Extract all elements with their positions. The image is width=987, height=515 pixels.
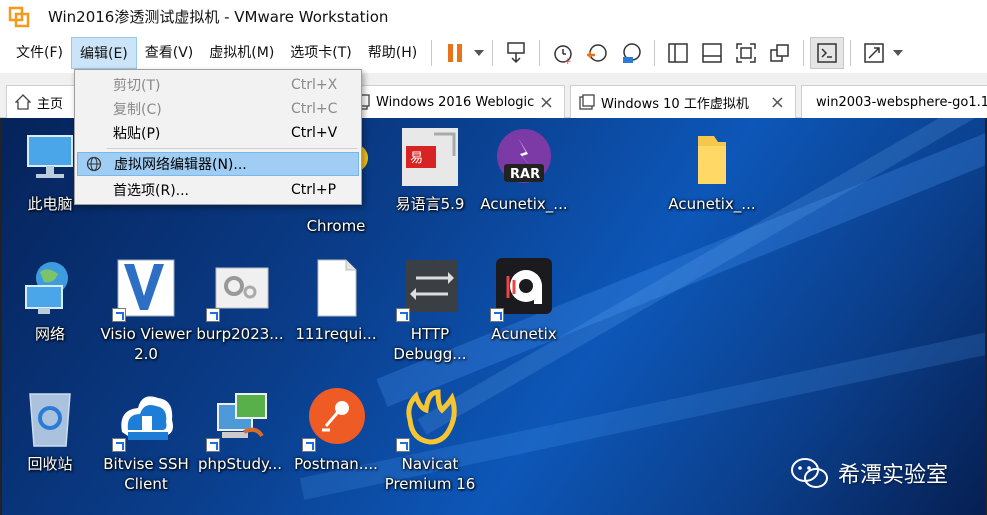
revert-snapshot-button[interactable] [580,37,614,69]
stretch-dropdown[interactable] [891,37,905,69]
toolbar-separator [539,40,541,66]
desktop-icon-recycle-bin[interactable]: 回收站 [2,386,98,474]
show-library-button[interactable] [661,37,695,69]
desktop-icon-acunetix-rar[interactable]: RAR Acunetix_... [476,126,572,214]
title-bar: Win2016渗透测试虚拟机 - VMware Workstation [0,0,987,33]
desktop-icon-acunetix[interactable]: Acunetix [476,256,572,344]
close-icon[interactable]: × [539,92,554,113]
svg-text:+: + [564,57,572,65]
unity-icon [770,44,789,62]
desktop-icon-text-file[interactable]: 111requi... [288,256,384,344]
watermark: 希潭实验室 [790,456,948,490]
tab-windows-2016-weblogic[interactable]: Windows 2016 Weblogic × [345,85,565,118]
stretch-icon [864,43,884,63]
shortcut-arrow-icon [396,438,410,452]
desktop-icon-bitvise[interactable]: Bitvise SSH Client [98,386,194,494]
desktop-icon-network[interactable]: 网络 [2,256,98,344]
network-icon [25,262,68,314]
shortcut-arrow-icon [490,308,504,322]
desktop-icon-postman[interactable]: Postman.... [288,386,384,474]
vmware-logo-icon [8,6,30,27]
pause-icon [448,44,463,62]
toolbar-separator [654,40,656,66]
winrar-archive-icon: RAR [497,129,551,183]
tab-label: 主页 [37,96,64,112]
svg-text:RAR: RAR [510,167,540,182]
snapshot-icon: + [554,45,572,65]
text-file-icon [317,259,357,317]
tab-label: Windows 10 工作虚拟机 [601,96,749,112]
menu-item-preferences[interactable]: 首选项(R)... Ctrl+P [77,178,359,202]
watermark-text: 希潭实验室 [838,463,949,488]
tab-windows-10-vm[interactable]: Windows 10 工作虚拟机 × [570,85,796,118]
desktop-icon-visio[interactable]: Visio Viewer 2.0 [98,256,194,364]
unity-button[interactable] [763,37,797,69]
this-pc-icon [27,135,73,178]
dropdown-arrow-icon [893,50,904,56]
toolbar-separator [492,40,494,66]
shortcut-arrow-icon [206,438,220,452]
shortcut-arrow-icon [206,308,220,322]
close-icon[interactable]: × [770,92,785,113]
svg-text:易: 易 [410,151,423,166]
menu-bar: 文件(F) 编辑(E) 查看(V) 虚拟机(M) 选项卡(T) 帮助(H) + [0,33,987,73]
vm-icon [579,94,595,110]
desktop-icon-navicat[interactable]: Navicat Premium 16 [382,386,478,494]
snapshot-manager-icon [623,43,641,63]
edit-menu-dropdown: 剪切(T) Ctrl+X 复制(C) Ctrl+C 粘贴(P) Ctrl+V 虚… [74,69,362,205]
dropdown-arrow-icon [474,50,485,56]
menu-item-virtual-network-editor[interactable]: 虚拟网络编辑器(N)... [77,152,359,176]
menu-item-cut[interactable]: 剪切(T) Ctrl+X [77,73,359,97]
stretch-button[interactable] [857,37,891,69]
desktop-icon-http-debugger[interactable]: HTTP Debugg... [382,256,478,364]
recycle-bin-icon [29,393,71,447]
menu-file[interactable]: 文件(F) [8,37,71,69]
menu-tabs[interactable]: 选项卡(T) [282,37,359,69]
toolbar-separator [850,40,852,66]
desktop-icon-eyuyan[interactable]: 易 易语言5.9 [382,126,478,214]
shortcut-arrow-icon [112,308,126,322]
menu-vm[interactable]: 虚拟机(M) [201,37,282,69]
home-icon [15,94,31,110]
pause-button[interactable] [438,37,472,69]
console-icon [817,43,837,63]
network-globe-icon [86,156,102,172]
full-screen-button[interactable] [729,37,763,69]
thumbnail-bar-button[interactable] [695,37,729,69]
desktop-icon-acunetix-folder[interactable]: Acunetix_... [664,126,760,214]
thumbnail-bar-icon [702,43,722,63]
eyuyan-icon: 易 [402,128,458,186]
window-title: Win2016渗透测试虚拟机 - VMware Workstation [48,8,389,26]
menu-item-copy[interactable]: 复制(C) Ctrl+C [77,97,359,121]
console-view-button[interactable] [810,37,845,69]
tab-win2003-websphere[interactable]: win2003-websphere-go1.1 [801,85,987,118]
desktop-icon-burp[interactable]: burp2023... [192,256,288,344]
toolbar-separator [431,40,433,66]
desktop-icon-phpstudy[interactable]: phpStudy... [192,386,288,474]
full-screen-icon [736,43,756,63]
power-dropdown[interactable] [472,37,486,69]
menu-separator [107,148,357,149]
shortcut-arrow-icon [396,308,410,322]
folder-icon [698,136,726,184]
menu-help[interactable]: 帮助(H) [360,37,425,69]
tab-label: win2003-websphere-go1.1 [816,94,987,110]
snapshot-manager-button[interactable] [614,37,648,69]
menu-edit[interactable]: 编辑(E) [70,37,137,69]
shortcut-arrow-icon [112,438,126,452]
tab-label: Windows 2016 Weblogic [376,94,535,110]
wechat-icon [791,458,828,488]
toolbar-separator [803,40,805,66]
shortcut-arrow-icon [302,438,316,452]
menu-item-paste[interactable]: 粘贴(P) Ctrl+V [77,121,359,145]
send-ctrl-alt-del-button[interactable] [499,37,533,69]
menu-view[interactable]: 查看(V) [137,37,202,69]
revert-snapshot-icon [587,44,607,62]
snapshot-button[interactable]: + [546,37,580,69]
sidebar-icon [668,43,688,63]
send-ctrl-alt-del-icon [507,42,525,64]
